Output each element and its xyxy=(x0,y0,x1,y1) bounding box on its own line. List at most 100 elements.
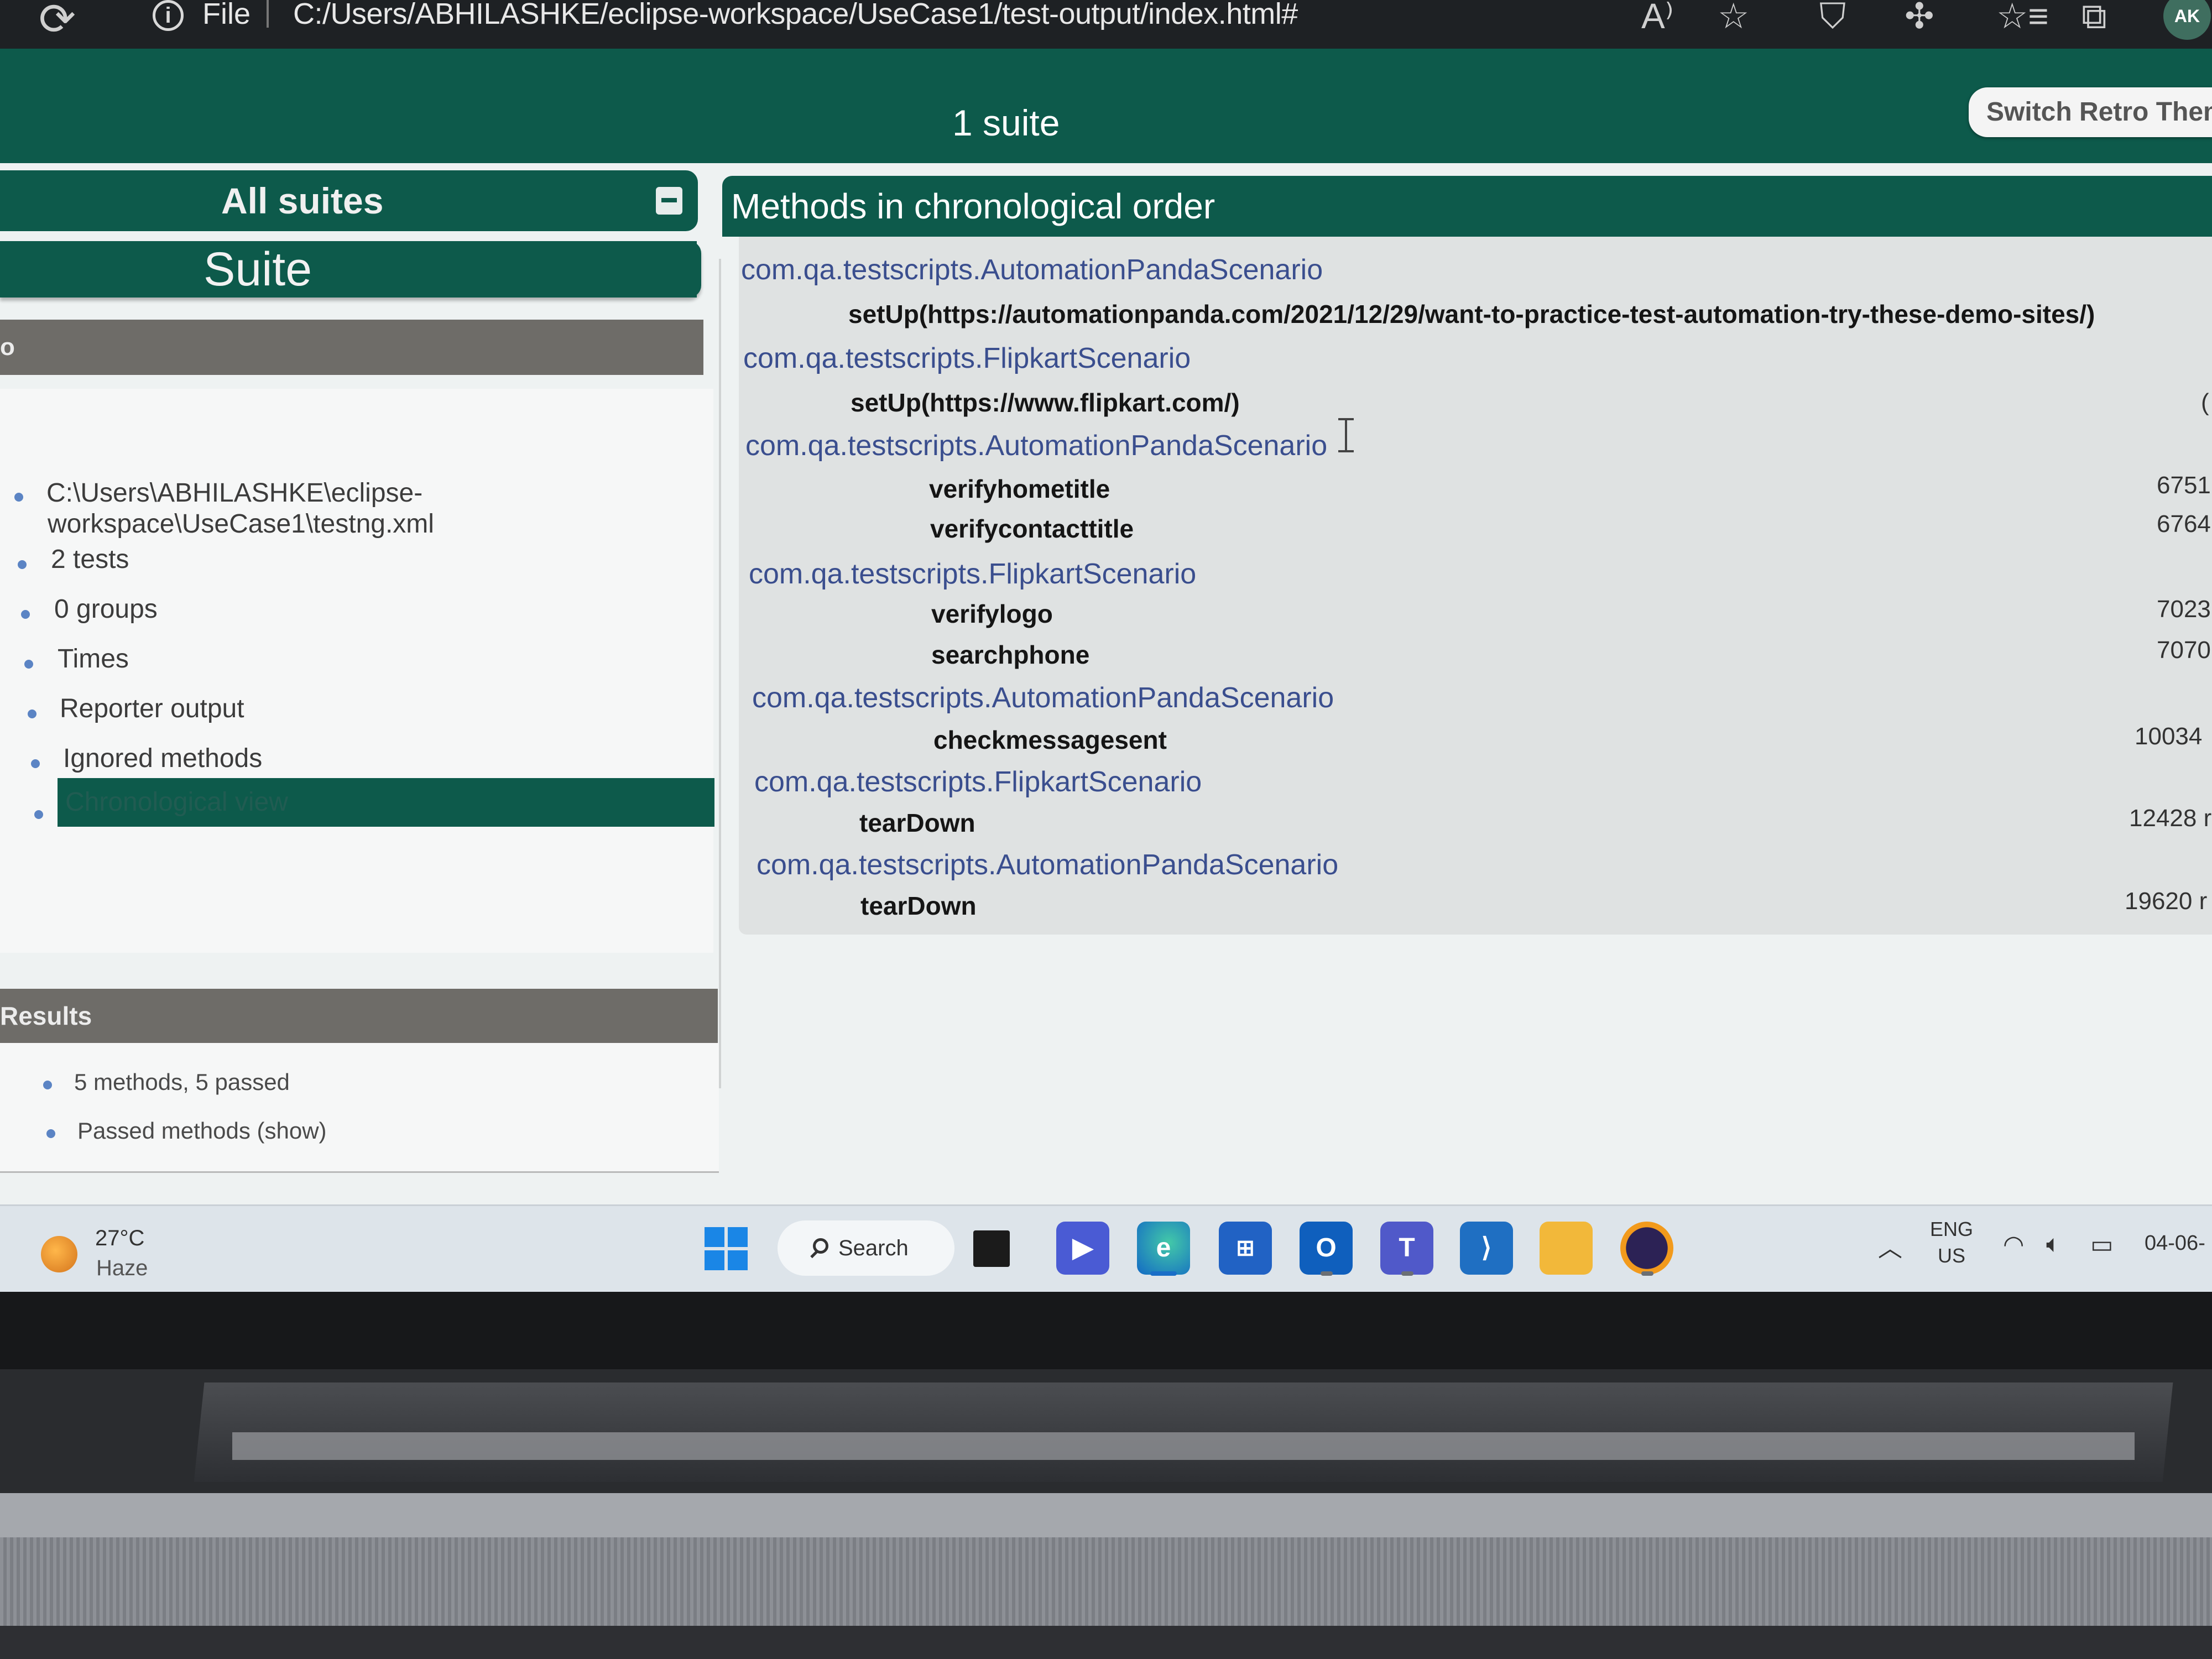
search-label: Search xyxy=(838,1236,909,1260)
weather-icon[interactable] xyxy=(41,1236,77,1272)
battery-icon[interactable]: ▭ xyxy=(2090,1230,2114,1259)
testng-xml-path-link[interactable]: C:\Users\ABHILASHKE\eclipse- xyxy=(46,477,422,509)
suite-info-list: C:\Users\ABHILASHKE\eclipse- workspace\U… xyxy=(0,389,713,953)
test-class-name: com.qa.testscripts.FlipkartScenario xyxy=(743,342,1191,374)
method-time: 10034 xyxy=(2135,723,2203,750)
test-class-name: com.qa.testscripts.AutomationPandaScenar… xyxy=(752,682,1334,714)
test-method-name: searchphone xyxy=(931,640,1090,669)
ignored-methods-link[interactable]: Ignored methods xyxy=(63,743,262,775)
results-title: Results xyxy=(0,1001,92,1030)
running-indicator xyxy=(1641,1271,1653,1276)
active-app-indicator xyxy=(1150,1271,1177,1276)
keyboard-deck-bottom xyxy=(0,1626,2212,1659)
list-bullet xyxy=(21,610,30,619)
search-icon xyxy=(813,1238,828,1254)
testng-report-page: 1 suite Switch Retro Them All suites Sui… xyxy=(0,49,2212,1207)
method-time: 12428 r xyxy=(2129,805,2212,832)
reload-icon[interactable]: ⟳ xyxy=(39,0,76,45)
windows-start-icon[interactable] xyxy=(705,1227,749,1271)
read-aloud-icon[interactable]: A⁾ xyxy=(1641,0,1673,37)
method-time: ( xyxy=(2201,389,2209,416)
task-view-icon[interactable] xyxy=(973,1230,1010,1267)
volume-icon[interactable]: 🔈︎ xyxy=(2046,1230,2060,1258)
test-class-name: com.qa.testscripts.AutomationPandaScenar… xyxy=(757,849,1339,881)
suite-header[interactable]: Suite xyxy=(0,241,701,298)
wifi-icon[interactable]: ◠ xyxy=(2003,1230,2024,1259)
keyboard-deck-top xyxy=(0,1493,2212,1537)
collections-icon[interactable]: ⧉ xyxy=(2081,0,2107,37)
profile-avatar[interactable]: AK xyxy=(2163,0,2211,40)
method-time: 6764 xyxy=(2157,510,2211,538)
test-class-name: com.qa.testscripts.FlipkartScenario xyxy=(749,558,1197,590)
method-time: 19620 r xyxy=(2125,888,2208,915)
teams-icon[interactable]: T xyxy=(1380,1222,1433,1275)
outlook-icon[interactable]: O xyxy=(1300,1222,1353,1275)
edge-icon[interactable]: e xyxy=(1137,1222,1190,1275)
testng-xml-path-link-cont[interactable]: workspace\UseCase1\testng.xml xyxy=(48,508,434,540)
list-bullet xyxy=(24,660,33,669)
suite-count-title: 1 suite xyxy=(952,102,1060,143)
reporter-output-link[interactable]: Reporter output xyxy=(60,693,244,725)
passed-methods-show-link[interactable]: Passed methods (show) xyxy=(77,1115,327,1147)
method-time: 6751 xyxy=(2157,472,2211,499)
groups-link[interactable]: 0 groups xyxy=(54,593,158,625)
collapse-icon[interactable] xyxy=(656,187,682,215)
test-class-name: com.qa.testscripts.AutomationPandaScenar… xyxy=(741,254,1323,286)
test-method-name: checkmessagesent xyxy=(933,726,1167,754)
test-method-name: verifyhometitle xyxy=(929,474,1110,503)
language-indicator[interactable]: ENG US xyxy=(1930,1216,1973,1269)
suite-info-section-header: o xyxy=(0,320,703,375)
test-class-name: com.qa.testscripts.FlipkartScenario xyxy=(754,766,1202,798)
text-cursor-icon xyxy=(1338,418,1354,452)
vscode-icon[interactable]: ⟩ xyxy=(1460,1222,1513,1275)
info-icon[interactable]: i xyxy=(153,0,184,31)
taskbar-search-button[interactable]: Search xyxy=(778,1220,954,1276)
list-bullet xyxy=(46,1129,55,1138)
results-list: 5 methods, 5 passed Passed methods (show… xyxy=(0,1043,719,1173)
switch-retro-theme-button[interactable]: Switch Retro Them xyxy=(1969,87,2212,137)
file-explorer-icon[interactable] xyxy=(1540,1222,1593,1275)
times-link[interactable]: Times xyxy=(58,643,129,675)
store-icon[interactable]: ⊞ xyxy=(1219,1222,1272,1275)
running-indicator xyxy=(1401,1271,1413,1276)
test-method-name: setUp(https://automationpanda.com/2021/1… xyxy=(848,300,2095,328)
list-bullet xyxy=(34,810,43,819)
extensions-icon[interactable]: ✣ xyxy=(1905,0,1934,37)
info-section-title: o xyxy=(0,333,15,361)
test-class-name: com.qa.testscripts.AutomationPandaScenar… xyxy=(745,430,1328,462)
report-navbar: 1 suite Switch Retro Them xyxy=(0,49,2212,163)
methods-summary: 5 methods, 5 passed xyxy=(74,1069,290,1095)
all-suites-label: All suites xyxy=(221,180,384,221)
list-bullet xyxy=(28,709,36,718)
chevron-up-icon[interactable]: ︿ xyxy=(1878,1228,1902,1264)
weather-temperature[interactable]: 27°C xyxy=(95,1226,144,1251)
hinge-highlight xyxy=(232,1432,2135,1460)
language-code: ENG xyxy=(1930,1218,1974,1240)
suite-name: Suite xyxy=(188,241,697,298)
results-section-header: Results xyxy=(0,989,718,1043)
main-panel-title: Methods in chronological order xyxy=(722,176,2212,237)
eclipse-icon[interactable] xyxy=(1620,1222,1673,1275)
method-time: 7070 xyxy=(2157,637,2211,664)
tests-link[interactable]: 2 tests xyxy=(51,544,129,576)
shield-icon[interactable]: ⛉ xyxy=(1819,0,1846,37)
chat-icon[interactable]: ▶ xyxy=(1056,1222,1109,1275)
address-separator xyxy=(267,0,269,28)
address-bar-url[interactable]: C:/Users/ABHILASHKE/eclipse-workspace/Us… xyxy=(293,0,1298,31)
screen-bezel xyxy=(0,1292,2212,1369)
switch-retro-theme-label: Switch Retro Them xyxy=(1986,97,2212,127)
favorite-star-icon[interactable]: ☆ xyxy=(1718,0,1749,37)
weather-condition[interactable]: Haze xyxy=(96,1256,148,1281)
browser-toolbar: ⟳ i File C:/Users/ABHILASHKE/eclipse-wor… xyxy=(0,0,2212,49)
sidebar-divider xyxy=(719,259,721,1088)
list-bullet xyxy=(14,493,23,502)
taskbar-date[interactable]: 04-06- xyxy=(2145,1232,2205,1255)
list-bullet xyxy=(31,759,40,768)
test-method-name: setUp(https://www.flipkart.com/) xyxy=(851,388,1240,417)
chronological-view-link[interactable]: Chronological view xyxy=(58,778,714,827)
favorites-icon[interactable]: ☆≡ xyxy=(1996,0,2049,37)
region-code: US xyxy=(1938,1244,1966,1267)
list-bullet xyxy=(18,560,27,569)
all-suites-header[interactable]: All suites xyxy=(0,170,698,231)
test-method-name: tearDown xyxy=(860,891,977,920)
